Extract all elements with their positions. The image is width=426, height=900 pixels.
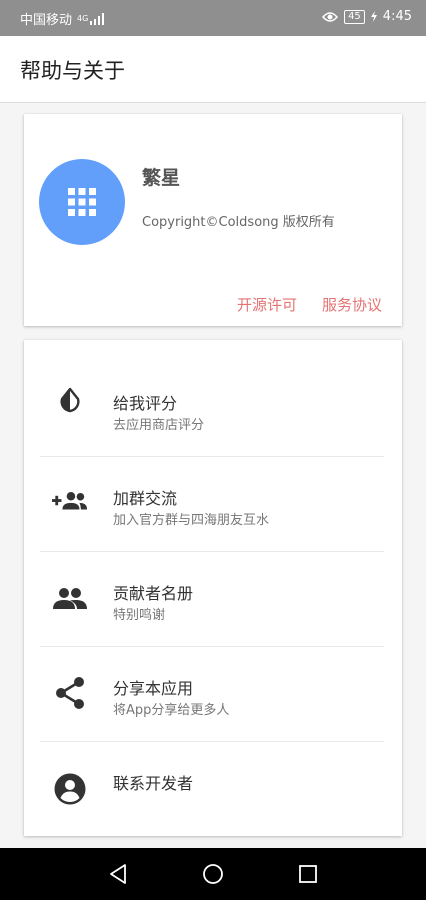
- menu-item-contact-developer[interactable]: 联系开发者: [24, 742, 402, 837]
- invert-colors-icon: [52, 382, 88, 418]
- menu-item-rate[interactable]: 给我评分 去应用商店评分: [24, 352, 402, 447]
- status-right: 45 4:45: [322, 9, 412, 24]
- app-bar: 帮助与关于: [0, 36, 426, 103]
- status-bar: 中国移动 4G 45 4:45: [0, 0, 426, 36]
- copyright-text: Copyright©Coldsong 版权所有: [142, 215, 335, 230]
- network-type: 4G: [77, 13, 89, 23]
- carrier-name: 中国移动: [20, 13, 73, 28]
- menu-item-subtitle: 将App分享给更多人: [113, 703, 230, 718]
- signal-icon: [90, 12, 105, 25]
- people-icon: [52, 580, 88, 616]
- terms-of-service-link[interactable]: 服务协议: [322, 294, 382, 315]
- status-left: 中国移动 4G: [20, 9, 105, 28]
- home-button[interactable]: [201, 862, 225, 886]
- navigation-bar: [0, 848, 426, 900]
- eye-icon: [322, 11, 339, 22]
- app-name: 繁星: [142, 167, 181, 189]
- menu-item-subtitle: 加入官方群与四海朋友互水: [113, 513, 270, 528]
- home-icon: [203, 864, 223, 884]
- menu-item-share[interactable]: 分享本应用 将App分享给更多人: [24, 647, 402, 742]
- recents-icon: [299, 865, 317, 883]
- group-add-icon: [52, 483, 88, 519]
- apps-grid-icon: [68, 188, 96, 216]
- menu-item-title: 给我评分: [113, 394, 178, 413]
- menu-item-title: 联系开发者: [113, 774, 194, 793]
- menu-item-join-group[interactable]: 加群交流 加入官方群与四海朋友互水: [24, 457, 402, 552]
- menu-item-subtitle: 去应用商店评分: [113, 418, 205, 433]
- app-logo: [39, 159, 125, 245]
- menu-item-title: 加群交流: [113, 489, 178, 508]
- menu-item-title: 分享本应用: [113, 679, 194, 698]
- page-title: 帮助与关于: [20, 59, 125, 83]
- back-icon: [110, 864, 126, 884]
- about-card: 繁星 Copyright©Coldsong 版权所有 开源许可 服务协议: [24, 114, 402, 326]
- share-icon: [52, 675, 88, 711]
- clock: 4:45: [382, 9, 412, 24]
- account-circle-icon: [52, 771, 88, 807]
- menu-card: 给我评分 去应用商店评分 加群交流 加入官方群与四海朋友互水 贡献者名册 特别鸣…: [24, 340, 402, 836]
- charging-icon: [370, 11, 377, 22]
- menu-item-subtitle: 特别鸣谢: [113, 608, 166, 623]
- battery-indicator: 45: [344, 9, 365, 24]
- recents-button[interactable]: [296, 862, 320, 886]
- open-source-license-link[interactable]: 开源许可: [237, 294, 297, 315]
- back-button[interactable]: [106, 862, 130, 886]
- menu-item-contributors[interactable]: 贡献者名册 特别鸣谢: [24, 552, 402, 647]
- menu-item-title: 贡献者名册: [113, 584, 194, 603]
